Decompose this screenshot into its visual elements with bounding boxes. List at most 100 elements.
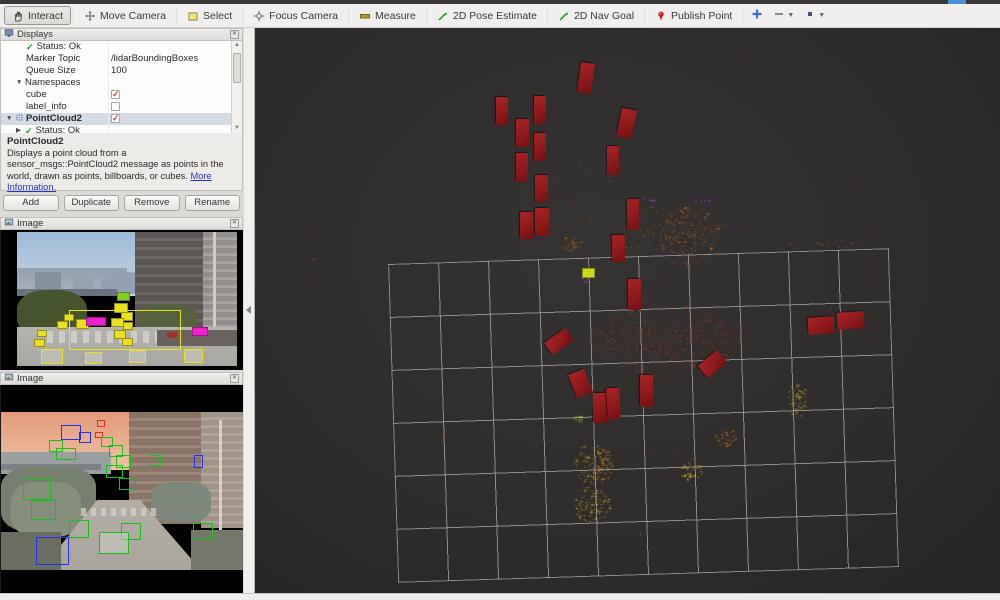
remove-tool-minus-button[interactable]: ▼ bbox=[769, 6, 798, 25]
chevron-right-icon[interactable]: ▶ bbox=[16, 125, 25, 133]
tree-row-status-ok[interactable]: ▶✓Status: Ok bbox=[1, 125, 242, 133]
toolbar-button-measure[interactable]: Measure bbox=[351, 6, 424, 25]
toolbar-button-label: Select bbox=[203, 10, 232, 22]
toolbar-divider bbox=[426, 9, 427, 23]
tool-properties-button[interactable]: ▼ bbox=[800, 6, 829, 25]
detection-box bbox=[106, 465, 123, 478]
image-icon bbox=[4, 372, 14, 385]
detection-box bbox=[97, 420, 105, 427]
checkbox-PointCloud2[interactable] bbox=[111, 114, 120, 123]
duplicate-button[interactable]: Duplicate bbox=[64, 195, 120, 211]
lidar-bounding-box bbox=[516, 119, 529, 147]
detection-box bbox=[79, 432, 91, 443]
camera-photo-2 bbox=[1, 412, 243, 570]
detection-box bbox=[23, 478, 51, 500]
displays-panel-title: Displays bbox=[17, 29, 53, 40]
tree-row-label: Status: Ok bbox=[36, 125, 80, 133]
tree-row-namespaces[interactable]: ▼Namespaces bbox=[1, 77, 242, 89]
toolbar-button-label: 2D Nav Goal bbox=[574, 10, 634, 22]
toolbar-button-move-camera[interactable]: Move Camera bbox=[76, 6, 174, 25]
detection-box bbox=[194, 455, 203, 468]
chevron-down-icon[interactable]: ▼ bbox=[16, 77, 25, 89]
photo2-trees-right bbox=[151, 482, 211, 522]
tree-row-queue-size[interactable]: Queue Size 100 bbox=[1, 65, 242, 77]
focus-camera-icon bbox=[253, 10, 265, 22]
left-panel-column: Displays ✕ ✓Status: OkMarker Topic/lidar… bbox=[0, 28, 243, 593]
tree-row-label-info[interactable]: label_info bbox=[1, 101, 242, 113]
pose-estimate-arrow-icon bbox=[437, 10, 449, 22]
detection-box bbox=[41, 349, 63, 364]
scrollbar-thumb[interactable] bbox=[233, 53, 241, 83]
collapse-arrow-icon[interactable] bbox=[246, 306, 251, 314]
remove-button[interactable]: Remove bbox=[124, 195, 180, 211]
image-panel-2-header[interactable]: Image ✕ bbox=[0, 372, 243, 385]
status-ok-check-icon: ✓ bbox=[25, 126, 33, 133]
lidar-bounding-box bbox=[535, 208, 549, 236]
rviz-window: Interact Move Camera Select Focus Camera Mea… bbox=[0, 0, 1000, 600]
close-icon[interactable]: ✕ bbox=[230, 374, 239, 383]
detection-box bbox=[99, 532, 129, 554]
close-icon[interactable]: ✕ bbox=[230, 219, 239, 228]
tree-scrollbar[interactable]: ▲▼ bbox=[231, 41, 242, 133]
detection-box bbox=[57, 321, 68, 329]
image-panel-1-header[interactable]: Image ✕ bbox=[0, 217, 243, 230]
tree-row-value[interactable]: /lidarBoundingBoxes bbox=[111, 53, 198, 65]
displays-tree[interactable]: ✓Status: OkMarker Topic/lidarBoundingBox… bbox=[0, 41, 243, 133]
add-button[interactable]: Add bbox=[3, 195, 59, 211]
photo1-building-right bbox=[203, 232, 237, 336]
close-icon[interactable]: ✕ bbox=[230, 30, 239, 39]
tree-row-cube[interactable]: cube bbox=[1, 89, 242, 101]
lidar-bounding-box bbox=[534, 96, 546, 124]
panel-splitter[interactable] bbox=[243, 28, 255, 593]
tree-row-label: label_info bbox=[26, 101, 67, 112]
lidar-bounding-box bbox=[807, 316, 834, 335]
photo2-crosswalk bbox=[81, 508, 161, 516]
toolbar-button-label: Move Camera bbox=[100, 10, 166, 22]
detection-box bbox=[184, 349, 203, 363]
image-panel-1-title: Image bbox=[17, 218, 43, 229]
displays-icon bbox=[4, 28, 14, 41]
hand-icon bbox=[12, 10, 24, 22]
lidar-bounding-box bbox=[534, 133, 546, 161]
add-tool-plus-button[interactable] bbox=[747, 6, 767, 25]
tree-row-status-ok[interactable]: ✓Status: Ok bbox=[1, 41, 242, 53]
scroll-up-icon[interactable]: ▲ bbox=[232, 41, 242, 50]
detection-box bbox=[119, 478, 136, 490]
rename-button[interactable]: Rename bbox=[185, 195, 241, 211]
lidar-bounding-box bbox=[520, 212, 533, 239]
pointcloud2-icon bbox=[15, 113, 24, 125]
toolbar-button-publish-point[interactable]: Publish Point bbox=[647, 6, 740, 25]
tree-row-marker-topic[interactable]: Marker Topic/lidarBoundingBoxes bbox=[1, 53, 242, 65]
3d-viewport[interactable] bbox=[255, 28, 1000, 593]
toolbar-button-2d-nav-goal[interactable]: 2D Nav Goal bbox=[550, 6, 642, 25]
camera-image-2 bbox=[0, 385, 243, 593]
checkbox-cube[interactable] bbox=[111, 90, 120, 99]
camera-image-1 bbox=[0, 230, 243, 370]
move-camera-icon bbox=[84, 10, 96, 22]
scroll-down-icon[interactable]: ▼ bbox=[232, 124, 242, 133]
displays-panel-header[interactable]: Displays ✕ bbox=[0, 28, 243, 41]
toolbar-button-focus-camera[interactable]: Focus Camera bbox=[245, 6, 346, 25]
tree-row-value[interactable]: 100 bbox=[111, 65, 127, 77]
lidar-bounding-box bbox=[496, 97, 508, 125]
chevron-down-icon[interactable]: ▼ bbox=[6, 113, 15, 125]
detection-box bbox=[61, 425, 81, 440]
detection-box bbox=[34, 339, 45, 347]
toolbar-tool-group: ▼▼ bbox=[745, 6, 829, 25]
vehicle-marker bbox=[582, 268, 595, 278]
publish-point-pin-icon bbox=[655, 10, 667, 22]
lidar-bounding-box bbox=[628, 279, 641, 310]
tree-row-label: Queue Size bbox=[26, 65, 76, 76]
toolbar-button-select[interactable]: Select bbox=[179, 6, 240, 25]
checkbox-label_info[interactable] bbox=[111, 102, 120, 111]
measure-icon bbox=[359, 10, 371, 22]
add-tool-plus-icon bbox=[751, 7, 763, 25]
display-button-row: Add DuplicateRemove Rename bbox=[0, 191, 243, 215]
toolbar-button-2d-pose-estimate[interactable]: 2D Pose Estimate bbox=[429, 6, 545, 25]
status-ok-check-icon: ✓ bbox=[26, 42, 34, 52]
tree-row-pointcloud2[interactable]: ▼PointCloud2 bbox=[1, 113, 242, 125]
toolbar-divider bbox=[547, 9, 548, 23]
toolbar-button-interact[interactable]: Interact bbox=[4, 6, 71, 25]
toolbar-button-label: 2D Pose Estimate bbox=[453, 10, 537, 22]
lidar-bounding-box bbox=[593, 393, 607, 423]
